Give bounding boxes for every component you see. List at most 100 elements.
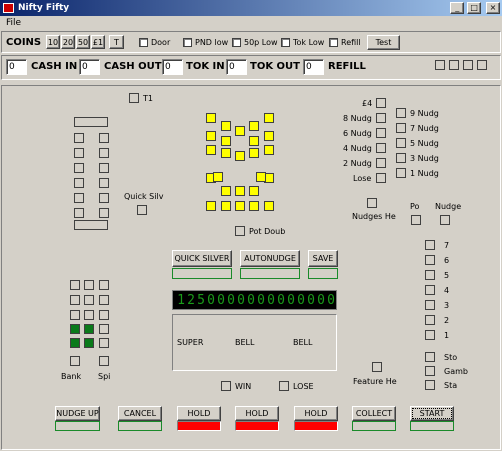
trail-lamp-right-6	[99, 208, 109, 218]
led-digit-11: 0	[277, 293, 285, 308]
trail-lamp-left-1	[74, 133, 84, 143]
nudge-lamp-l5	[376, 158, 386, 168]
led-digit-16: 0	[327, 293, 335, 308]
door-checkbox[interactable]	[139, 38, 148, 47]
hold-3-button[interactable]: HOLD	[294, 406, 338, 421]
cash-out-field[interactable]: 0	[79, 59, 100, 75]
quick-silver-button[interactable]: QUICK SILVER	[172, 250, 232, 267]
coin-50-button[interactable]: 50	[76, 35, 90, 49]
stake-lamp-2	[425, 255, 435, 265]
bank-lamp-1-2	[84, 280, 94, 290]
nudges-held-lamp	[367, 198, 377, 208]
hold-3-indicator	[294, 421, 338, 431]
cash-in-field[interactable]: 0	[6, 59, 27, 75]
lose-lamp	[279, 381, 289, 391]
pnd-low-checkbox[interactable]	[183, 38, 192, 47]
status-label-1: Sto	[444, 353, 458, 362]
feature-lamp-11	[264, 145, 274, 155]
cancel-button[interactable]: CANCEL	[118, 406, 162, 421]
refill-field[interactable]: 0	[303, 59, 324, 75]
50p-low-label: 50p Low	[244, 38, 278, 47]
feature-lamp-18	[249, 186, 259, 196]
feature-lamp-6	[206, 131, 216, 141]
feature-lamp-12	[221, 148, 231, 158]
quick-silver-indicator	[172, 268, 232, 279]
start-button[interactable]: START	[410, 406, 454, 421]
feature-lamp-21	[221, 201, 231, 211]
quick-silver-label: Quick Silv	[124, 192, 164, 201]
autonudge-button[interactable]: AUTONUDGE	[240, 250, 300, 267]
coin-pound-button[interactable]: £1	[91, 35, 105, 49]
trail-lamp-right-1	[99, 133, 109, 143]
led-digit-14: 0	[307, 293, 315, 308]
cash-in-label: CASH IN	[31, 61, 78, 72]
led-digit-10: 0	[267, 293, 275, 308]
stake-label-7: 1	[444, 331, 450, 340]
save-indicator	[308, 268, 338, 279]
feature-lamp-23	[249, 201, 259, 211]
hold-2-button[interactable]: HOLD	[235, 406, 279, 421]
coin-20-button[interactable]: 20	[61, 35, 75, 49]
nudge-up-button[interactable]: NUDGE UP	[55, 406, 100, 421]
led-digit-7: 0	[237, 293, 245, 308]
pot-double-lamp	[235, 226, 245, 236]
feature-lamp-24	[264, 201, 274, 211]
nudge-up-indicator	[55, 421, 100, 431]
trail-lamp-left-6	[74, 208, 84, 218]
bank-lamp-1-3	[99, 280, 109, 290]
hold-1-button[interactable]: HOLD	[177, 406, 221, 421]
led-digit-15: 0	[317, 293, 325, 308]
hold-1-indicator	[177, 421, 221, 431]
minimize-button[interactable]: _	[450, 2, 465, 14]
nudge-label-r1: 9 Nudg	[410, 109, 439, 118]
feature-held-label: Feature He	[353, 377, 397, 386]
collect-button[interactable]: COLLECT	[352, 406, 396, 421]
stake-lamp-3	[425, 270, 435, 280]
close-button[interactable]: ×	[486, 2, 500, 14]
tok-out-label: TOK OUT	[250, 61, 300, 72]
win-lamp	[221, 381, 231, 391]
po-lamp	[411, 215, 421, 225]
stake-label-3: 5	[444, 271, 450, 280]
menu-file[interactable]: File	[6, 18, 21, 28]
indicator-lamp-3	[463, 60, 473, 70]
stake-lamp-7	[425, 330, 435, 340]
cancel-indicator	[118, 421, 162, 431]
test-button[interactable]: Test	[367, 35, 400, 50]
stake-label-5: 3	[444, 301, 450, 310]
tok-out-field[interactable]: 0	[226, 59, 247, 75]
indicator-lamp-2	[449, 60, 459, 70]
stake-lamp-5	[425, 300, 435, 310]
status-lamp-2	[425, 366, 435, 376]
coin-10-button[interactable]: 10	[46, 35, 60, 49]
status-lamp-3	[425, 380, 435, 390]
title-bar: Nifty Fifty	[0, 0, 502, 16]
nudge-label-l4: 4 Nudg	[343, 144, 372, 153]
trail-bottom-lamp	[74, 220, 108, 230]
window-controls: _ □ ×	[450, 2, 500, 17]
trail-lamp-right-3	[99, 163, 109, 173]
nudge-lamp-r1	[396, 108, 406, 118]
trail-lamp-right-2	[99, 148, 109, 158]
bank-lamp-4-1	[70, 324, 80, 334]
token-button[interactable]: T	[109, 35, 124, 49]
tok-low-checkbox[interactable]	[281, 38, 290, 47]
pot-double-label: Pot Doub	[249, 227, 286, 236]
bank-lamp-3-3	[99, 310, 109, 320]
bank-lamp-2-1	[70, 295, 80, 305]
reel-2: BELL	[235, 338, 255, 347]
50p-low-checkbox[interactable]	[232, 38, 241, 47]
nudge-lamp	[440, 215, 450, 225]
save-button[interactable]: SAVE	[308, 250, 338, 267]
maximize-button[interactable]: □	[467, 2, 482, 14]
app-icon	[3, 3, 14, 13]
led-digit-5: 0	[217, 293, 225, 308]
refill-checkbox[interactable]	[329, 38, 338, 47]
led-digit-2: 2	[187, 293, 195, 308]
win-label: WIN	[235, 382, 252, 391]
reel-3: BELL	[293, 338, 313, 347]
nudge-lamp-l1	[376, 98, 386, 108]
tok-in-field[interactable]: 0	[162, 59, 183, 75]
bank-lamp-2-2	[84, 295, 94, 305]
feature-lamp-1	[206, 113, 216, 123]
